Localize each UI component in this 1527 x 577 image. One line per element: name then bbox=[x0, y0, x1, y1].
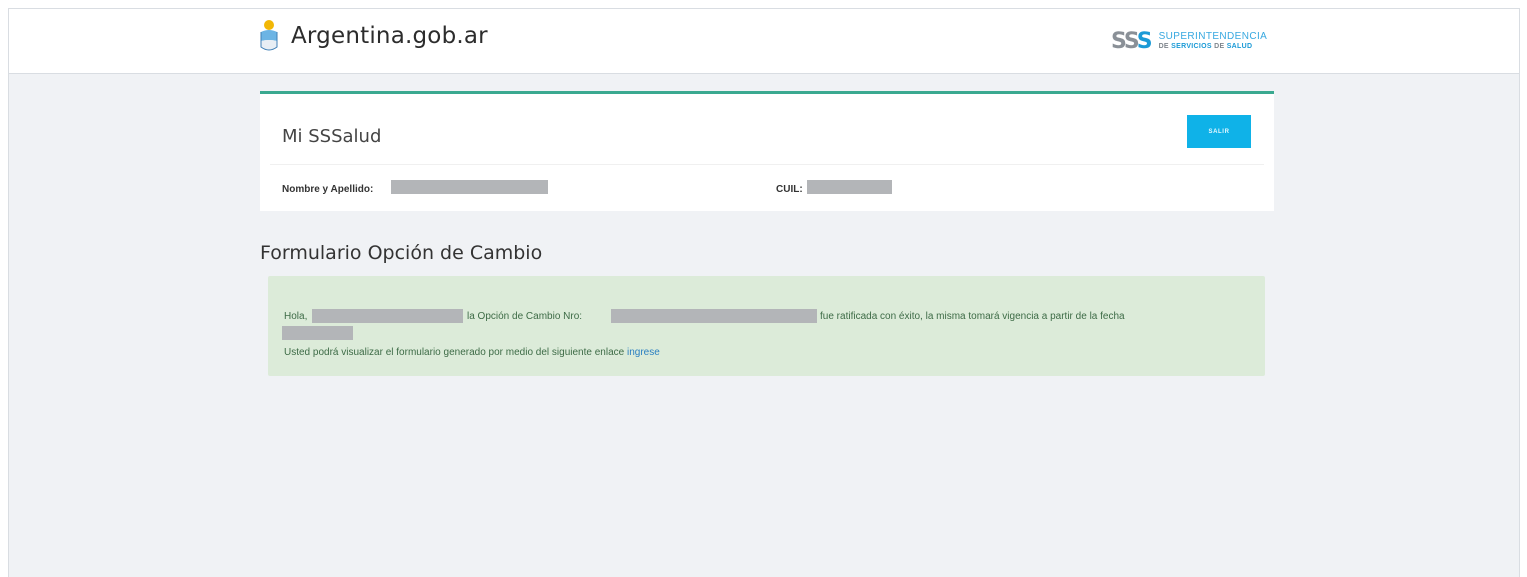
sss-line2: DE SERVICIOS DE SALUD bbox=[1159, 42, 1268, 52]
page-frame: Argentina.gob.ar SSS SUPERINTENDENCIA DE… bbox=[8, 8, 1520, 577]
card-divider bbox=[270, 164, 1264, 165]
redacted-name bbox=[391, 180, 548, 194]
sss-line1: SUPERINTENDENCIA bbox=[1158, 31, 1268, 42]
ingrese-link[interactable]: ingrese bbox=[627, 347, 660, 358]
alert-line2: Usted podrá visualizar el formulario gen… bbox=[284, 347, 660, 358]
user-card: Mi SSSalud SALIR Nombre y Apellido: CUIL… bbox=[260, 91, 1274, 211]
alert-greeting: Hola, bbox=[284, 311, 308, 322]
logout-button[interactable]: SALIR bbox=[1187, 115, 1251, 148]
success-alert: Hola, la Opción de Cambio Nro: fue ratif… bbox=[268, 276, 1265, 376]
alert-middle: la Opción de Cambio Nro: bbox=[467, 311, 583, 322]
name-label: Nombre y Apellido: bbox=[282, 184, 374, 195]
redacted-cuil bbox=[807, 180, 892, 194]
sss-mark: SSS bbox=[1111, 29, 1153, 54]
sss-line2-a: DE bbox=[1158, 43, 1169, 50]
card-title: Mi SSSalud bbox=[282, 126, 382, 147]
cuil-label: CUIL: bbox=[776, 184, 803, 195]
redacted-date bbox=[282, 326, 353, 340]
argentina-coat-of-arms-icon bbox=[260, 20, 278, 51]
sss-wordmark: SUPERINTENDENCIA DE SERVICIOS DE SALUD bbox=[1159, 32, 1268, 52]
section-title: Formulario Opción de Cambio bbox=[260, 242, 543, 264]
alert-ending: fue ratificada con éxito, la misma tomar… bbox=[820, 311, 1125, 322]
argentina-gob-logo[interactable]: Argentina.gob.ar bbox=[259, 13, 488, 59]
sss-line2-d: SALUD bbox=[1226, 43, 1253, 50]
redacted-option-number bbox=[611, 309, 817, 323]
sss-line2-c: DE bbox=[1214, 43, 1225, 50]
top-header: Argentina.gob.ar SSS SUPERINTENDENCIA DE… bbox=[9, 9, 1519, 74]
sss-line2-b: SERVICIOS bbox=[1171, 43, 1212, 50]
sss-agency-logo: SSS SUPERINTENDENCIA DE SERVICIOS DE SAL… bbox=[1111, 22, 1267, 62]
redacted-recipient bbox=[312, 309, 463, 323]
alert-line2-text: Usted podrá visualizar el formulario gen… bbox=[284, 347, 625, 358]
brand-text: Argentina.gob.ar bbox=[291, 23, 488, 49]
